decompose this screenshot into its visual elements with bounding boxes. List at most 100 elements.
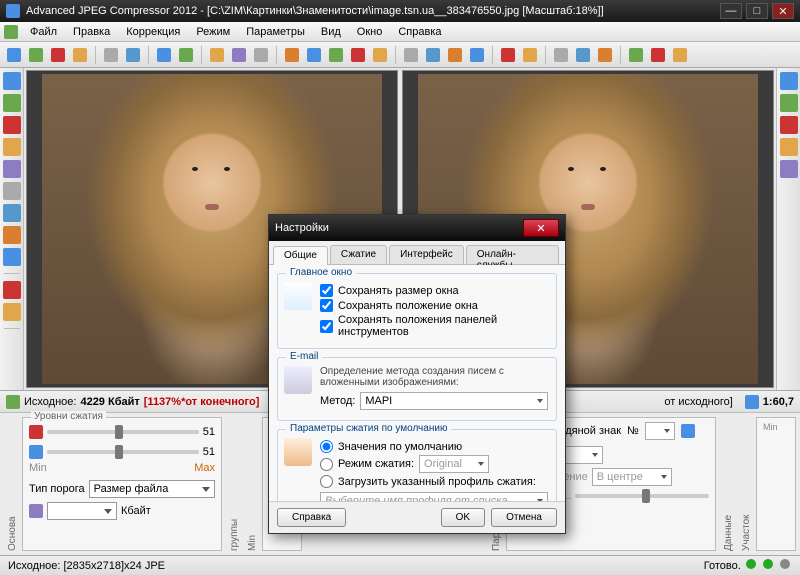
section-groups-tab[interactable]: группы [226, 417, 240, 551]
tab-interface[interactable]: Интерфейс [389, 245, 464, 264]
menu-edit[interactable]: Правка [65, 24, 118, 40]
palette-button[interactable] [3, 303, 21, 321]
pane-l-button[interactable] [551, 45, 571, 65]
menu-view[interactable]: Вид [313, 24, 349, 40]
open-button[interactable] [26, 45, 46, 65]
tile-v-icon [673, 48, 687, 62]
fieldset-main-window: Главное окно Сохранять размер окна Сохра… [277, 273, 557, 349]
opacity-slider[interactable] [575, 494, 709, 498]
image-button[interactable] [101, 45, 121, 65]
save-pos-row[interactable]: Сохранять положение окна [320, 299, 548, 312]
opt-default-radio[interactable] [320, 440, 333, 453]
select-button[interactable] [3, 72, 21, 90]
hflip-button[interactable] [304, 45, 324, 65]
flash-button[interactable] [3, 281, 21, 299]
watermark-number[interactable] [645, 422, 675, 440]
rot-right-button[interactable] [370, 45, 390, 65]
save-icon [51, 48, 65, 62]
crop-button[interactable] [3, 138, 21, 156]
move-button[interactable] [780, 94, 798, 112]
profile-dropdown[interactable]: Выберите имя профиля от списка... [320, 492, 548, 501]
menu-window[interactable]: Окно [349, 24, 391, 40]
position-dropdown[interactable]: В центре [592, 468, 672, 486]
tab-online[interactable]: Онлайн-службы [466, 245, 559, 264]
tab-general[interactable]: Общие [273, 246, 328, 265]
group-button[interactable] [520, 45, 540, 65]
copy-button[interactable] [229, 45, 249, 65]
menu-params[interactable]: Параметры [238, 24, 313, 40]
save-button[interactable] [48, 45, 68, 65]
save-toolbars-checkbox[interactable] [320, 320, 333, 333]
opt-profile-row[interactable]: Загрузить указанный профиль сжатия: [320, 475, 548, 488]
section-base-tab[interactable]: Основа [4, 417, 18, 551]
cancel-button[interactable]: Отмена [491, 508, 557, 527]
tile-h-button[interactable] [648, 45, 668, 65]
menu-mode[interactable]: Режим [188, 24, 238, 40]
redo-button[interactable] [176, 45, 196, 65]
close-button[interactable]: ✕ [772, 3, 794, 19]
dialog-title: Настройки [275, 222, 523, 234]
save-as-button[interactable] [70, 45, 90, 65]
level1-slider[interactable] [47, 430, 199, 434]
cascade-button[interactable] [626, 45, 646, 65]
email-method-dropdown[interactable]: MAPI [360, 392, 548, 410]
color-icon [470, 48, 484, 62]
pane-split-button[interactable] [595, 45, 615, 65]
menu-correct[interactable]: Коррекция [118, 24, 188, 40]
save-size-checkbox[interactable] [320, 284, 333, 297]
ok-button[interactable]: OK [441, 508, 485, 527]
tab-compress[interactable]: Сжатие [330, 245, 387, 264]
tile-v-button[interactable] [670, 45, 690, 65]
menu-file[interactable]: Файл [22, 24, 65, 40]
threshold-type-dropdown[interactable]: Размер файла [89, 480, 215, 498]
opt-mode-radio[interactable] [320, 458, 333, 471]
new-button[interactable] [4, 45, 24, 65]
section-section-tab[interactable]: Участок [738, 417, 752, 551]
zoom-button[interactable] [401, 45, 421, 65]
info-button[interactable] [780, 116, 798, 134]
hand-button[interactable] [445, 45, 465, 65]
dialog-close-button[interactable]: ✕ [523, 219, 559, 237]
rot-left-button[interactable] [348, 45, 368, 65]
pointer-button[interactable] [3, 204, 21, 222]
rect-button[interactable] [498, 45, 518, 65]
section-equalizer-tab[interactable]: Min [244, 417, 258, 551]
info-button[interactable] [3, 248, 21, 266]
watermark-no-label: № [627, 425, 639, 437]
grid-button[interactable] [780, 138, 798, 156]
section-data-tab[interactable]: Данные [720, 417, 734, 551]
opt-default-row[interactable]: Значения по умолчанию [320, 440, 548, 453]
hand-button[interactable] [3, 94, 21, 112]
1-1-button[interactable] [423, 45, 443, 65]
app-menu-icon [4, 25, 18, 39]
opt-profile-radio[interactable] [320, 475, 333, 488]
copy-icon [232, 48, 246, 62]
level2-slider[interactable] [47, 450, 199, 454]
opt-mode-row[interactable]: Режим сжатия: Original [320, 455, 548, 473]
color-button[interactable] [3, 226, 21, 244]
lasso-button[interactable] [3, 182, 21, 200]
paste-button[interactable] [251, 45, 271, 65]
pick-button[interactable] [3, 116, 21, 134]
threshold-size-input[interactable] [47, 502, 117, 520]
batch-button[interactable] [123, 45, 143, 65]
save-toolbars-row[interactable]: Сохранять положения панелей инструментов [320, 314, 548, 338]
crop-button[interactable] [282, 45, 302, 65]
menu-help[interactable]: Справка [390, 24, 449, 40]
save-pos-checkbox[interactable] [320, 299, 333, 312]
cut-button[interactable] [207, 45, 227, 65]
pane-r-button[interactable] [573, 45, 593, 65]
help-button[interactable]: Справка [277, 508, 346, 527]
save-size-row[interactable]: Сохранять размер окна [320, 284, 548, 297]
source-size: 4229 Кбайт [80, 396, 139, 408]
color-button[interactable] [467, 45, 487, 65]
profile-button[interactable] [780, 160, 798, 178]
maximize-button[interactable]: □ [746, 3, 768, 19]
text-button[interactable] [3, 160, 21, 178]
undo-button[interactable] [154, 45, 174, 65]
mode-dropdown[interactable]: Original [419, 455, 489, 473]
rot-left-icon [351, 48, 365, 62]
minimize-button[interactable]: — [720, 3, 742, 19]
zoom-button[interactable] [780, 72, 798, 90]
vflip-button[interactable] [326, 45, 346, 65]
